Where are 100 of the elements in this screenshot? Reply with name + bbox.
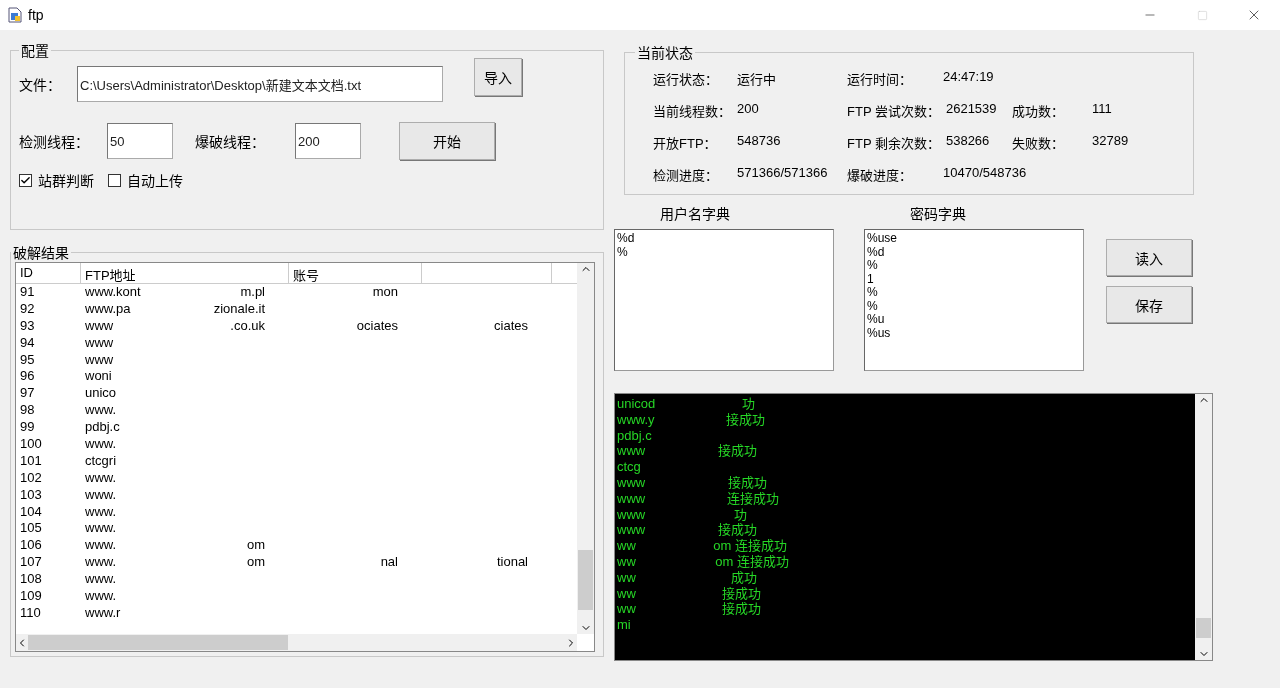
log-text: om 连接成功 [715, 553, 789, 570]
cell-text: www. [85, 503, 117, 521]
username-dict-box[interactable]: %d % [614, 229, 834, 371]
status-value: 200 [736, 100, 759, 118]
checkbox[interactable] [19, 173, 32, 187]
thread-field[interactable]: 50 [107, 123, 173, 159]
password-dict-box[interactable]: %use %d % 1 % % %u %us [864, 229, 1084, 371]
cell-text: 110 [20, 604, 41, 622]
cell-text: nal [380, 554, 398, 572]
cell-text: 101 [20, 452, 42, 470]
log-text: 接成功 [728, 475, 767, 491]
horizontal-scrollbar[interactable] [16, 634, 577, 651]
dict-line: %u [867, 313, 886, 327]
cell-text: 98 [20, 402, 35, 420]
vertical-scrollbar[interactable] [577, 263, 594, 634]
status-label: 成功数： [1012, 102, 1065, 120]
cell-text: www. [85, 554, 117, 572]
status-value: 548736 [736, 132, 781, 150]
status-label: 当前线程数： [653, 102, 731, 120]
log-text: 接成功 [722, 585, 761, 602]
maximize-icon [1196, 9, 1208, 21]
log-text: pdbj.c [617, 427, 652, 444]
field-label: 检测线程： [19, 133, 90, 151]
log-text: om 连接成功 [713, 538, 787, 554]
log-text: ww [617, 538, 636, 554]
group-title: 破解结果 [12, 244, 70, 262]
cell-text: woni [85, 368, 112, 386]
cell-text: 107 [20, 554, 42, 572]
cell-text: 95 [20, 351, 35, 369]
cell-text: www [85, 351, 114, 369]
cell-text: 106 [20, 537, 42, 555]
status-value: 10470/548736 [942, 164, 1027, 182]
save-button[interactable]: 保存 [1106, 286, 1192, 323]
log-text: www [617, 443, 646, 460]
cell-text: 99 [20, 419, 35, 437]
dict-line: % [867, 299, 879, 313]
checkbox-label: 自动上传 [127, 172, 183, 190]
scroll-thumb[interactable] [1196, 618, 1211, 638]
status-label: 检测进度： [653, 166, 719, 184]
cell-text: www. [85, 486, 117, 504]
thread-field[interactable]: 200 [295, 123, 361, 159]
log-text: ctcg [617, 459, 641, 475]
cell-text: 93 [20, 317, 35, 335]
status-value: 24:47:19 [942, 68, 994, 86]
log-text: www [617, 522, 646, 539]
import-button[interactable]: 导入 [474, 58, 522, 96]
status-label: 开放FTP： [653, 134, 718, 152]
dict-line: % [867, 259, 879, 273]
cell-text: www.r [85, 604, 121, 622]
log-text: 接成功 [722, 601, 761, 618]
cell-text: www. [85, 571, 117, 589]
log-text: 连接成功 [727, 490, 779, 507]
cell-text: 96 [20, 368, 35, 386]
cell-text: 97 [20, 385, 35, 403]
status-label: 失败数： [1012, 134, 1065, 152]
group-title: 配置 [20, 42, 50, 60]
cell-text: mon [372, 284, 398, 301]
status-label: FTP 剩余次数： [847, 134, 940, 152]
cell-text: www. [85, 520, 117, 538]
checkbox[interactable] [108, 173, 121, 187]
log-text: 接成功 [718, 443, 757, 460]
cell-text: zionale.it [213, 300, 265, 318]
log-text: mi [617, 617, 631, 633]
status-value: 2621539 [944, 100, 997, 118]
window-title: ftp [28, 7, 45, 23]
cell-text: 108 [20, 571, 42, 589]
cell-text: 105 [20, 520, 42, 538]
log-text: ww [617, 553, 636, 570]
cell-text: ociates [356, 317, 398, 335]
file-path-field[interactable]: C:\Users\Administrator\Desktop\新建文本文档.txt [77, 66, 443, 102]
vertical-scrollbar[interactable] [1195, 394, 1212, 660]
status-value: 571366/571366 [736, 164, 828, 182]
field-label: 文件： [19, 76, 62, 94]
log-text: ww [617, 601, 636, 618]
start-button[interactable]: 开始 [399, 122, 495, 160]
cell-text: om [246, 554, 265, 572]
dict-line: % [617, 245, 629, 259]
group-title: 当前状态 [636, 44, 694, 62]
dict-title: 密码字典 [910, 205, 967, 224]
dict-line: %us [867, 326, 892, 340]
cell-text: ciates [494, 317, 528, 335]
cell-text: www [85, 334, 114, 352]
scroll-thumb[interactable] [28, 635, 288, 650]
log-text: ww [617, 585, 636, 602]
load-button[interactable]: 读入 [1106, 239, 1192, 276]
scroll-thumb[interactable] [578, 550, 593, 610]
log-text: www [617, 506, 646, 523]
dict-line: % [867, 286, 879, 300]
cell-text: www. [85, 402, 117, 420]
log-text: www [617, 490, 646, 507]
cell-text: pdbj.c [85, 419, 120, 437]
cell-text: 103 [20, 486, 42, 504]
cell-text: ctcgri [85, 452, 117, 470]
cell-text: 94 [20, 334, 35, 352]
status-value: 538266 [944, 132, 990, 150]
cell-text: 100 [20, 436, 42, 453]
log-text: 成功 [731, 569, 757, 586]
status-label: FTP 尝试次数： [847, 102, 940, 120]
log-text: unicod [617, 396, 656, 412]
cell-text: m.pl [240, 284, 265, 301]
